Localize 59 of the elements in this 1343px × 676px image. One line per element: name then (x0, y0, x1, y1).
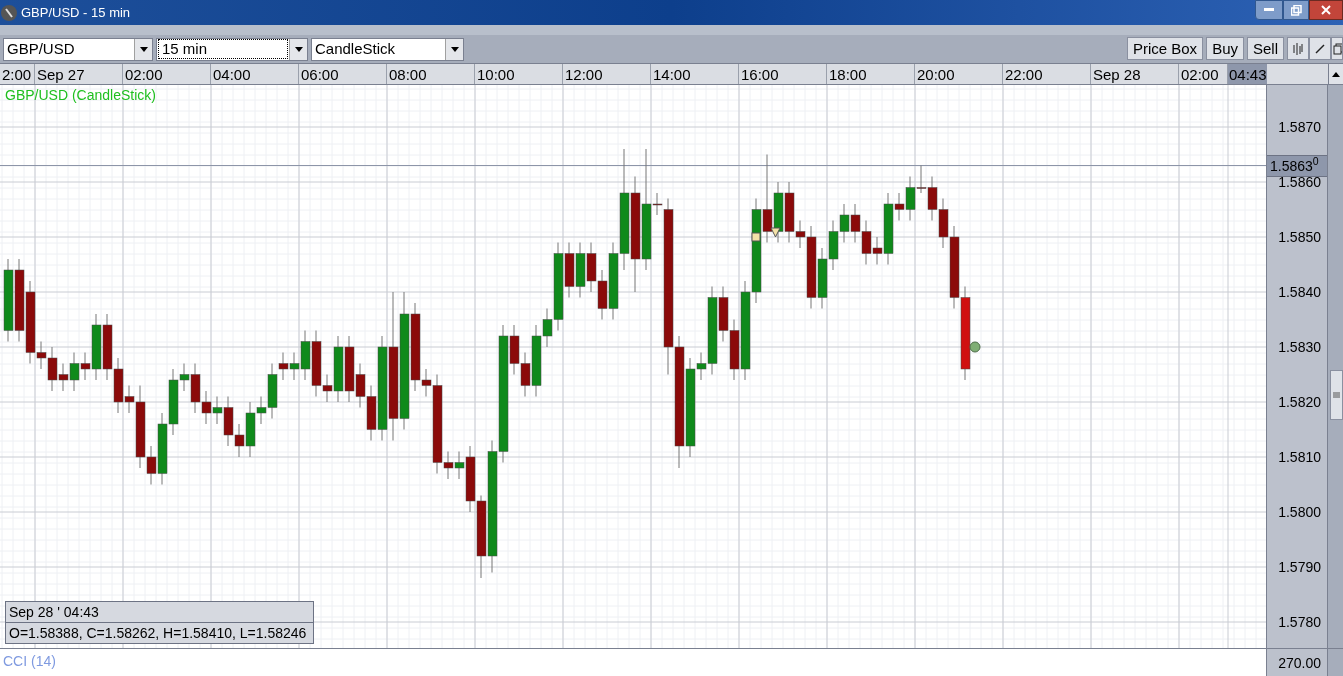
restore-button[interactable] (1283, 0, 1309, 20)
info-date: Sep 28 ' 04:43 (6, 602, 313, 623)
candle (850, 203, 861, 243)
time-axis-label: 18:00 (827, 64, 915, 84)
chart-legend: GBP/USD (CandleStick) (5, 85, 156, 106)
candle (817, 247, 828, 309)
minimize-icon (1264, 8, 1274, 12)
minimize-button[interactable] (1255, 0, 1283, 20)
time-axis-label: Sep 28 (1091, 64, 1179, 84)
price-axis-label: 1.5830 (1278, 339, 1321, 355)
dropdown[interactable]: GBP/USD (3, 37, 153, 61)
marker-square-icon (751, 232, 761, 242)
time-axis-label: 04:00 (211, 64, 299, 84)
toolbar-button[interactable]: Price Box (1126, 37, 1204, 60)
indicator-axis-label: 270.00 (1278, 655, 1321, 671)
dropdown[interactable]: CandleStick (311, 37, 464, 61)
price-axis-label: 1.5870 (1278, 119, 1321, 135)
info-ohlc: O=1.58388, C=1.58262, H=1.58410, L=1.58246 (8, 624, 308, 643)
current-price-dot-icon (969, 341, 981, 353)
close-button[interactable] (1309, 0, 1343, 20)
time-axis-label: 02:00 (123, 64, 211, 84)
marker-triangle-icon (770, 227, 781, 238)
indicator-label: CCI (14) (3, 653, 56, 669)
current-time-label: 04:43 (1228, 64, 1267, 84)
scrollbar-thumb[interactable] (1330, 370, 1343, 420)
candle (575, 242, 586, 298)
time-axis-label: 16:00 (739, 64, 827, 84)
app-logo-icon (1, 4, 17, 21)
toolbar-button[interactable]: Sell (1247, 37, 1284, 60)
time-axis-label: Sep 27 (35, 64, 123, 84)
close-icon (1321, 5, 1331, 15)
price-axis-label: 1.5790 (1278, 559, 1321, 575)
price-axis-label: 1.5840 (1278, 284, 1321, 300)
price-axis-label: 1.5820 (1278, 394, 1321, 410)
toolbar-button[interactable]: Buy (1206, 37, 1244, 60)
candle (69, 352, 80, 392)
restore-icon (1290, 4, 1302, 16)
time-axis-label: 06:00 (299, 64, 387, 84)
copy-icon[interactable] (1331, 37, 1343, 60)
time-axis-label: 2:00 (0, 64, 35, 84)
price-axis-label: 1.5850 (1278, 229, 1321, 245)
bars-icon[interactable] (1287, 37, 1309, 60)
price-axis-label: 1.5810 (1278, 449, 1321, 465)
price-axis-label: 1.5780 (1278, 614, 1321, 630)
price-axis-label: 1.5800 (1278, 504, 1321, 520)
candle (586, 242, 597, 293)
current-price-tag: 1.5863$^{0}$ (1267, 154, 1327, 177)
candle (102, 313, 113, 381)
window-title: GBP/USD - 15 min (21, 3, 131, 22)
time-axis-label: 20:00 (915, 64, 1003, 84)
time-axis-label: 22:00 (1003, 64, 1091, 84)
time-axis-label: 08:00 (387, 64, 475, 84)
price-axis-label: 1.5860 (1278, 174, 1321, 190)
time-axis-label: 12:00 (563, 64, 651, 84)
time-axis-label: 14:00 (651, 64, 739, 84)
time-axis-label: 10:00 (475, 64, 563, 84)
dropdown[interactable]: 15 min (156, 37, 308, 61)
candle (839, 203, 850, 243)
candle (828, 220, 839, 271)
